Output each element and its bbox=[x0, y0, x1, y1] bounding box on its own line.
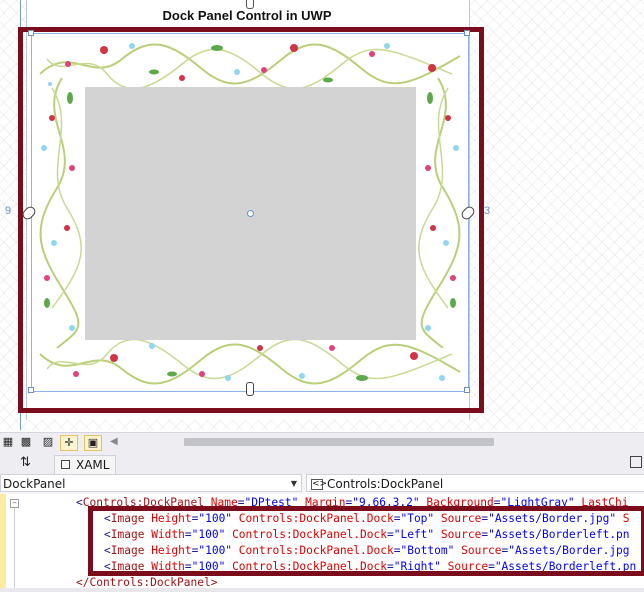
indent-guide bbox=[14, 508, 15, 588]
member-dropdown-value: Controls:DockPanel bbox=[327, 477, 444, 491]
tab-xaml-label: XAML bbox=[76, 458, 110, 472]
code-highlight-box bbox=[88, 506, 644, 576]
artboard-icon[interactable]: ▣ bbox=[84, 435, 102, 451]
designer-highlight-box bbox=[18, 27, 484, 413]
selection-handle-bl[interactable] bbox=[28, 387, 34, 393]
checker-icon[interactable]: ▨ bbox=[40, 435, 56, 449]
snap-icon[interactable]: ▩ bbox=[18, 435, 34, 449]
selection-handle-tr[interactable] bbox=[464, 30, 470, 36]
margin-right-label: 3 bbox=[484, 205, 491, 217]
scope-dropdown[interactable]: DockPanel ▼ bbox=[0, 474, 302, 492]
member-dropdown[interactable]: <>Controls:DockPanel bbox=[306, 474, 644, 492]
swap-panes-button[interactable]: ⇅ bbox=[20, 455, 31, 470]
xaml-tag-icon bbox=[61, 460, 70, 469]
collapse-pane-icon[interactable] bbox=[630, 456, 642, 468]
selection-handle-br[interactable] bbox=[464, 387, 470, 393]
tab-xaml[interactable]: XAML bbox=[54, 455, 117, 474]
design-surface[interactable]: Dock Panel Control in UWP 9 3 bbox=[0, 0, 644, 430]
selection-handle-tl[interactable] bbox=[28, 30, 34, 36]
editor-horizontal-scrollbar[interactable] bbox=[0, 588, 644, 592]
scroll-left-arrow-icon[interactable]: ◀ bbox=[110, 436, 118, 447]
grid-icon[interactable]: ▦ bbox=[0, 435, 16, 449]
change-marker-gutter bbox=[0, 494, 6, 592]
scope-dropdown-value: DockPanel bbox=[3, 477, 66, 491]
page-title: Dock Panel Control in UWP bbox=[162, 8, 332, 23]
margin-left-label: 9 bbox=[5, 205, 12, 217]
crosshair-icon[interactable]: ✛ bbox=[60, 435, 78, 451]
collapse-toggle-icon[interactable]: − bbox=[10, 499, 19, 508]
code-element-icon: <> bbox=[311, 479, 328, 490]
xaml-code-editor[interactable]: − <Controls:DockPanel Name="DPtest" Marg… bbox=[0, 494, 644, 592]
chevron-down-icon: ▼ bbox=[290, 479, 297, 488]
horizontal-scrollbar-thumb[interactable] bbox=[184, 438, 494, 446]
bottom-anchor-handle[interactable] bbox=[246, 382, 254, 396]
element-selector-row: DockPanel ▼ <>Controls:DockPanel bbox=[0, 474, 644, 495]
